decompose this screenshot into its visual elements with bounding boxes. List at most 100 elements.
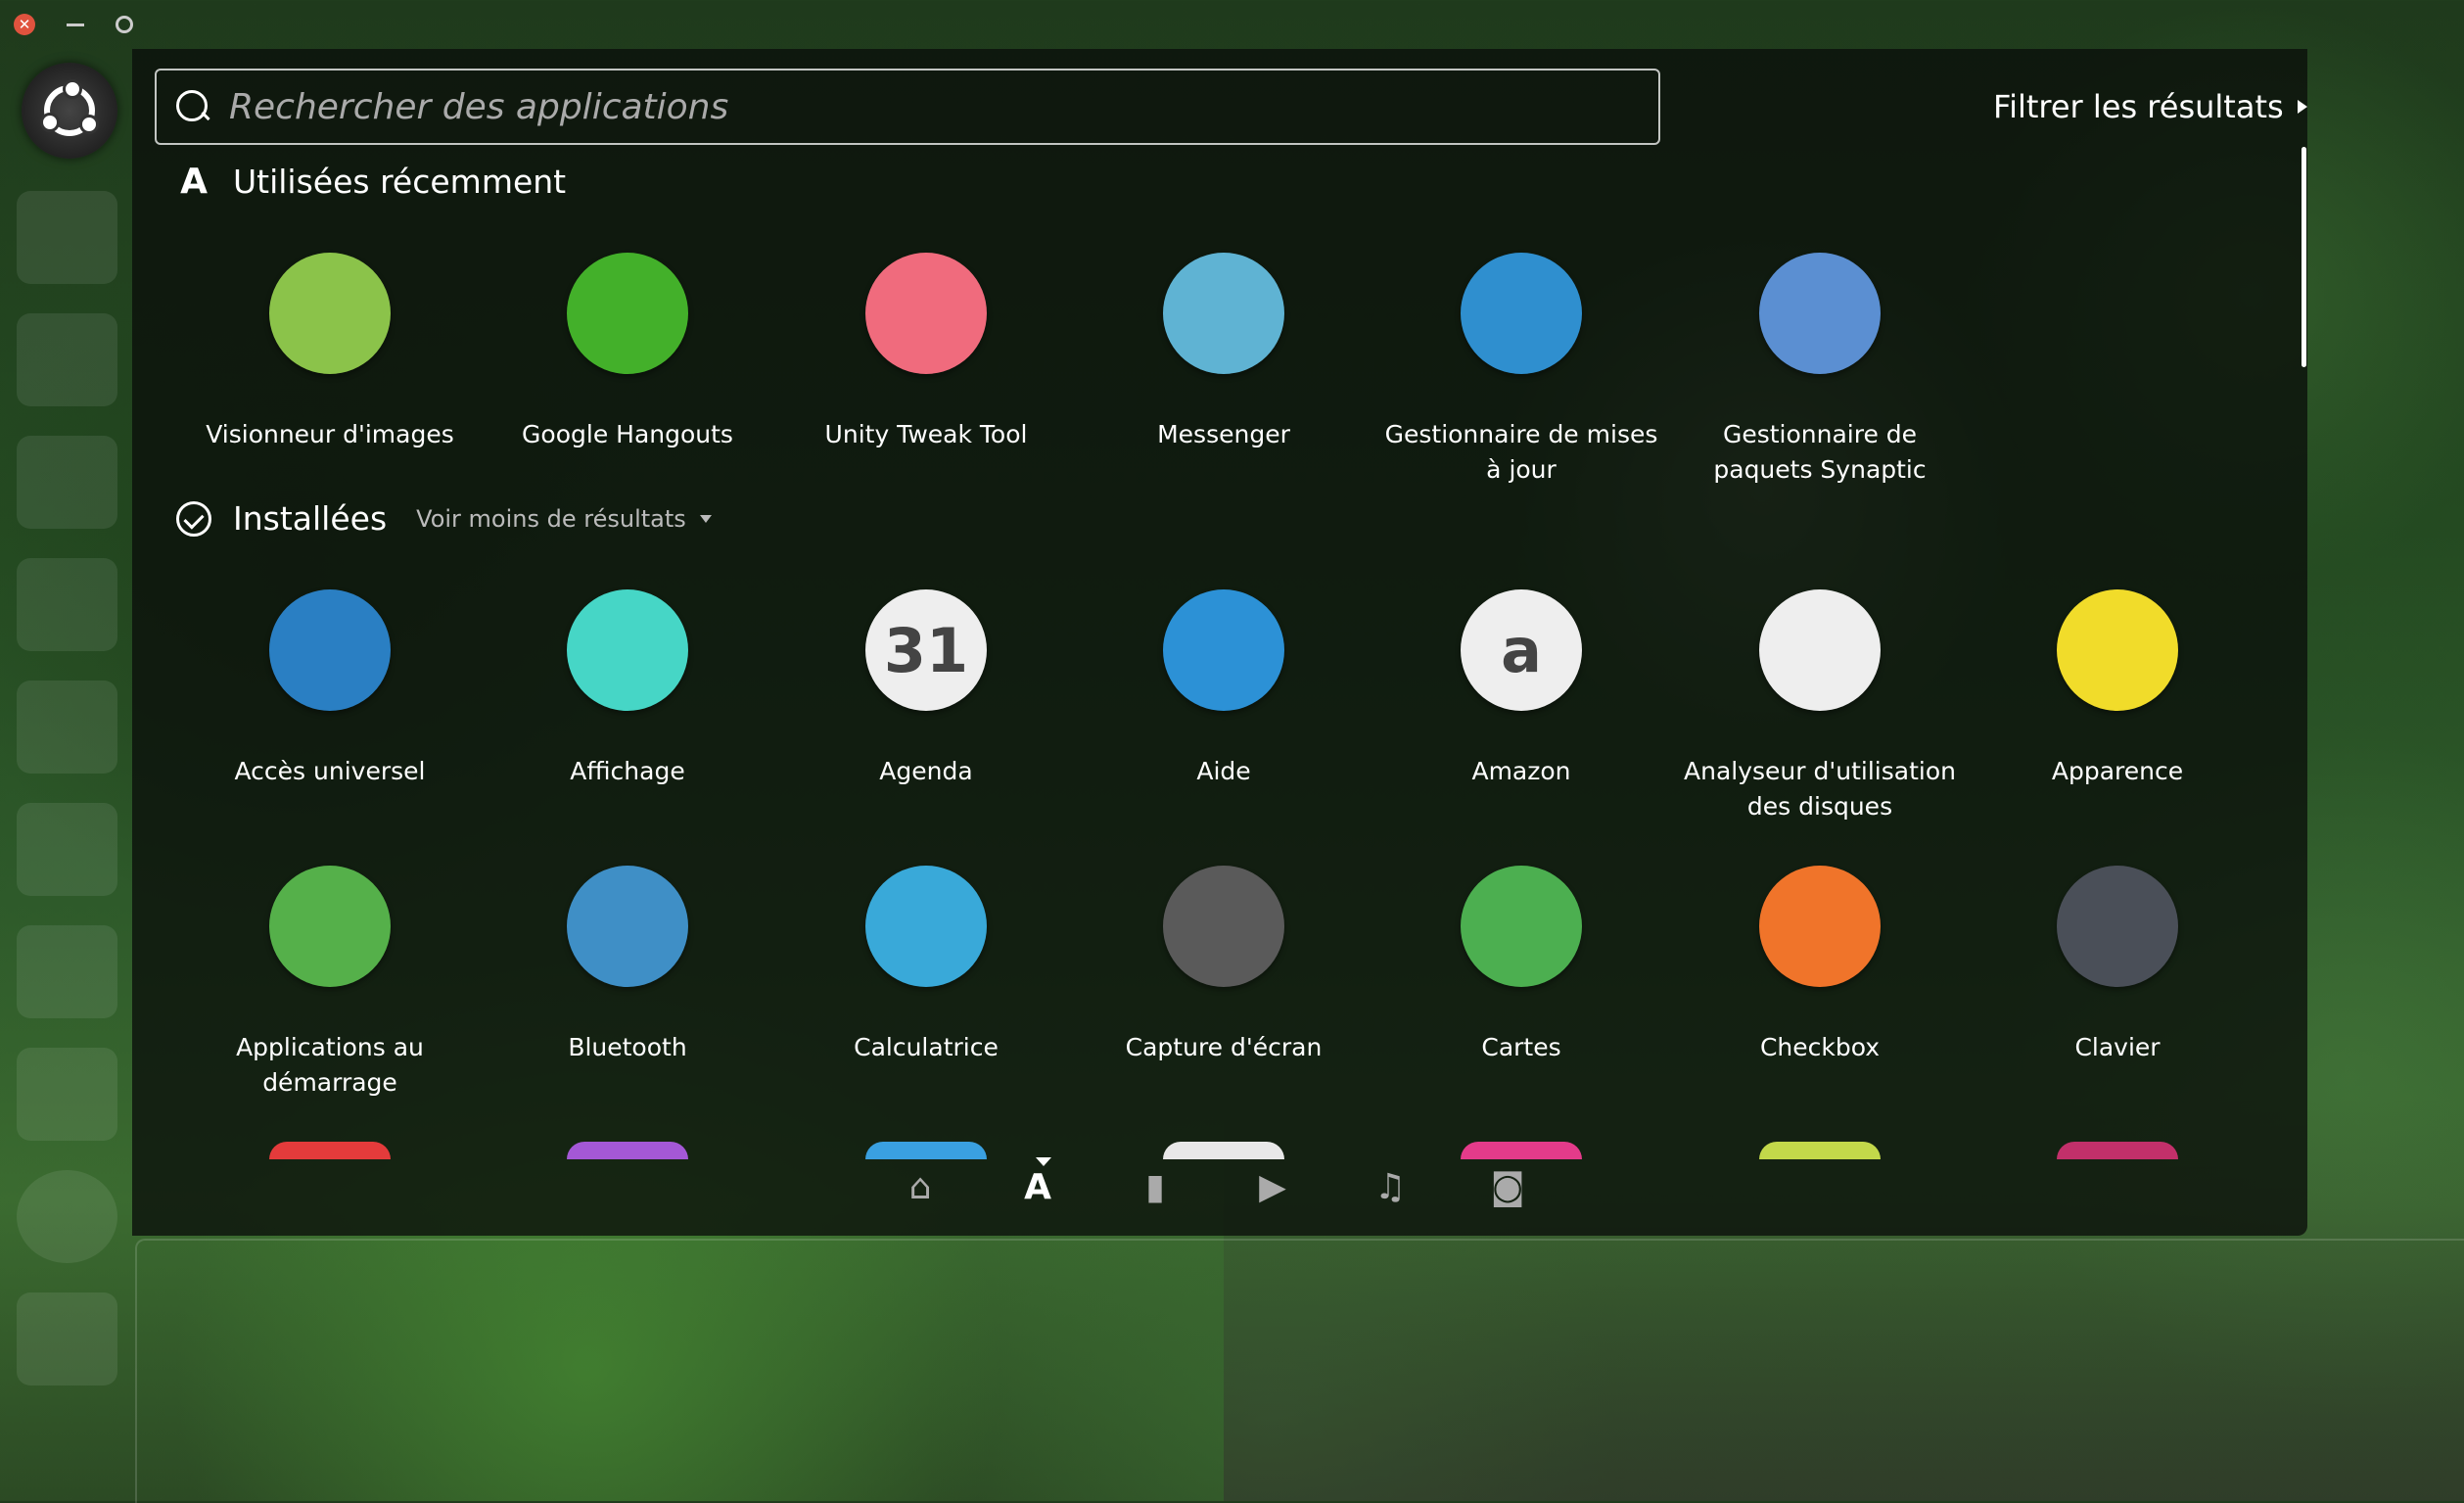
launcher-item-owl[interactable] (17, 681, 117, 774)
app-icon-partial[interactable] (865, 1142, 987, 1159)
app-icon-partial[interactable] (1163, 1142, 1284, 1159)
recent-section-header: A Utilisées récemment (176, 162, 566, 202)
app-label: Affichage (570, 757, 685, 785)
applications-icon: A (180, 162, 208, 202)
app-icon (269, 589, 391, 711)
launcher-item-key[interactable] (17, 925, 117, 1018)
app-label: Accès universel (234, 757, 426, 785)
app-icon (567, 253, 688, 374)
app-label: Clavier (2074, 1033, 2161, 1061)
launcher (0, 49, 132, 1501)
lens-bar: ⌂ A ▮ ▶ ♫ ◙ (901, 1167, 1527, 1207)
check-circle-icon (176, 500, 211, 537)
photos-icon[interactable]: ◙ (1488, 1167, 1527, 1207)
app-icon (1163, 253, 1284, 374)
app-icon (2057, 589, 2178, 711)
app-label: Calculatrice (854, 1033, 999, 1061)
app-icon-partial[interactable] (1759, 1142, 1881, 1159)
app-item[interactable]: a Amazon (1374, 589, 1668, 789)
launcher-item-1[interactable] (17, 191, 117, 284)
app-icon-partial[interactable] (1461, 1142, 1582, 1159)
minimize-icon[interactable] (67, 23, 84, 26)
applications-icon[interactable]: A (1018, 1167, 1057, 1207)
app-icon-partial[interactable] (269, 1142, 391, 1159)
app-item[interactable]: Google Hangouts (481, 253, 774, 452)
app-item[interactable]: Capture d'écran (1077, 866, 1371, 1065)
app-item[interactable]: Unity Tweak Tool (779, 253, 1073, 452)
maximize-icon[interactable] (116, 16, 133, 33)
installed-section-title: Installées (233, 499, 388, 538)
app-label: Bluetooth (568, 1033, 687, 1061)
app-item[interactable]: Aide (1077, 589, 1371, 789)
app-icon (865, 866, 987, 987)
app-item[interactable]: Checkbox (1673, 866, 1967, 1065)
app-icon-glyph: a (1501, 614, 1542, 686)
app-item[interactable]: Clavier (1971, 866, 2264, 1065)
app-item[interactable]: Bluetooth (481, 866, 774, 1065)
app-item[interactable]: Apparence (1971, 589, 2264, 789)
search-bar[interactable] (155, 69, 1660, 145)
app-item[interactable]: Visionneur d'images (183, 253, 477, 452)
launcher-item-bulb[interactable] (17, 558, 117, 651)
app-label: Messenger (1157, 420, 1290, 448)
filter-label: Filtrer les résultats (1993, 88, 2284, 125)
scrollbar[interactable] (2301, 147, 2306, 367)
app-icon (1461, 866, 1582, 987)
ubuntu-dash-button[interactable] (22, 63, 117, 159)
launcher-item-workspaces[interactable] (17, 1292, 117, 1386)
app-label: Aide (1196, 757, 1251, 785)
files-icon[interactable]: ▮ (1136, 1167, 1175, 1207)
app-label: Gestionnaire de mises à jour (1384, 420, 1658, 484)
app-label: Visionneur d'images (206, 420, 454, 448)
app-icon (1759, 253, 1881, 374)
app-icon (1759, 589, 1881, 711)
app-item[interactable]: Accès universel (183, 589, 477, 789)
app-item[interactable]: Applications au démarrage (183, 866, 477, 1101)
app-label: Analyseur d'utilisation des disques (1684, 757, 1956, 821)
app-icon (269, 866, 391, 987)
app-icon: 31 (865, 589, 987, 711)
launcher-item-play[interactable] (17, 436, 117, 529)
app-icon-partial[interactable] (567, 1142, 688, 1159)
launcher-item-camera[interactable] (17, 1048, 117, 1141)
app-icon (1759, 866, 1881, 987)
app-icon (567, 589, 688, 711)
app-item[interactable]: Gestionnaire de mises à jour (1374, 253, 1668, 488)
search-icon (176, 90, 209, 123)
filter-results-button[interactable]: Filtrer les résultats (1993, 88, 2307, 125)
app-item[interactable]: Calculatrice (779, 866, 1073, 1065)
video-icon[interactable]: ▶ (1253, 1167, 1292, 1207)
app-label: Capture d'écran (1125, 1033, 1323, 1061)
app-item[interactable]: Cartes (1374, 866, 1668, 1065)
home-icon[interactable]: ⌂ (901, 1167, 940, 1207)
launcher-item-files[interactable] (17, 313, 117, 406)
app-item[interactable]: Gestionnaire de paquets Synaptic (1673, 253, 1967, 488)
launcher-item-avatar[interactable] (17, 1170, 117, 1263)
app-icon: a (1461, 589, 1582, 711)
ubuntu-logo-icon (40, 79, 99, 136)
search-input[interactable] (227, 85, 1602, 128)
recent-section-title: Utilisées récemment (233, 163, 567, 201)
app-item[interactable]: Messenger (1077, 253, 1371, 452)
app-label: Checkbox (1759, 1033, 1881, 1061)
triangle-right-icon (2297, 100, 2307, 114)
show-less-results-button[interactable]: Voir moins de résultats (416, 505, 712, 533)
app-icon (269, 253, 391, 374)
app-label: Cartes (1481, 1033, 1561, 1061)
launcher-item-map[interactable] (17, 803, 117, 896)
installed-section-header: Installées Voir moins de résultats (176, 499, 712, 538)
close-icon[interactable]: ✕ (14, 14, 35, 35)
window-controls: ✕ (14, 14, 133, 35)
app-label: Agenda (879, 757, 973, 785)
app-item[interactable]: Analyseur d'utilisation des disques (1673, 589, 1967, 824)
app-label: Apparence (2051, 757, 2184, 785)
app-icon (567, 866, 688, 987)
app-icon-glyph: 31 (883, 614, 969, 686)
app-label: Google Hangouts (522, 420, 733, 448)
music-icon[interactable]: ♫ (1371, 1167, 1410, 1207)
app-icon-partial[interactable] (2057, 1142, 2178, 1159)
app-icon (1461, 253, 1582, 374)
app-item[interactable]: Affichage (481, 589, 774, 789)
show-less-label: Voir moins de résultats (416, 504, 686, 533)
app-item[interactable]: 31 Agenda (779, 589, 1073, 789)
